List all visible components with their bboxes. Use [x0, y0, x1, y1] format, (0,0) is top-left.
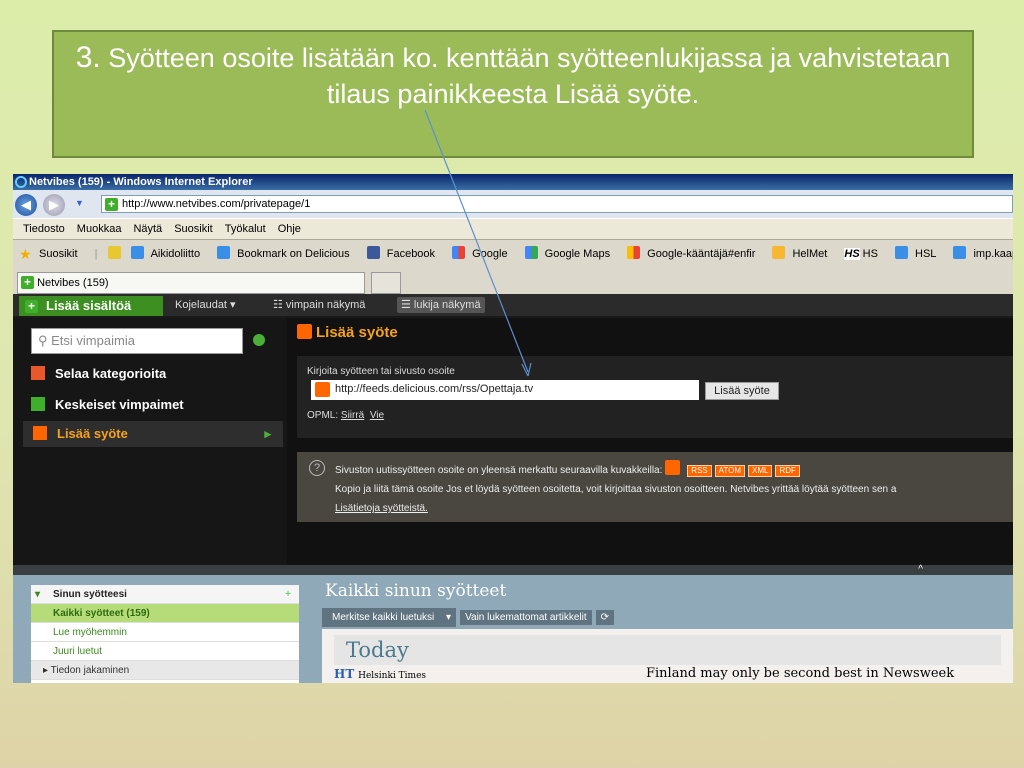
- pointer-arrow: [424, 109, 532, 377]
